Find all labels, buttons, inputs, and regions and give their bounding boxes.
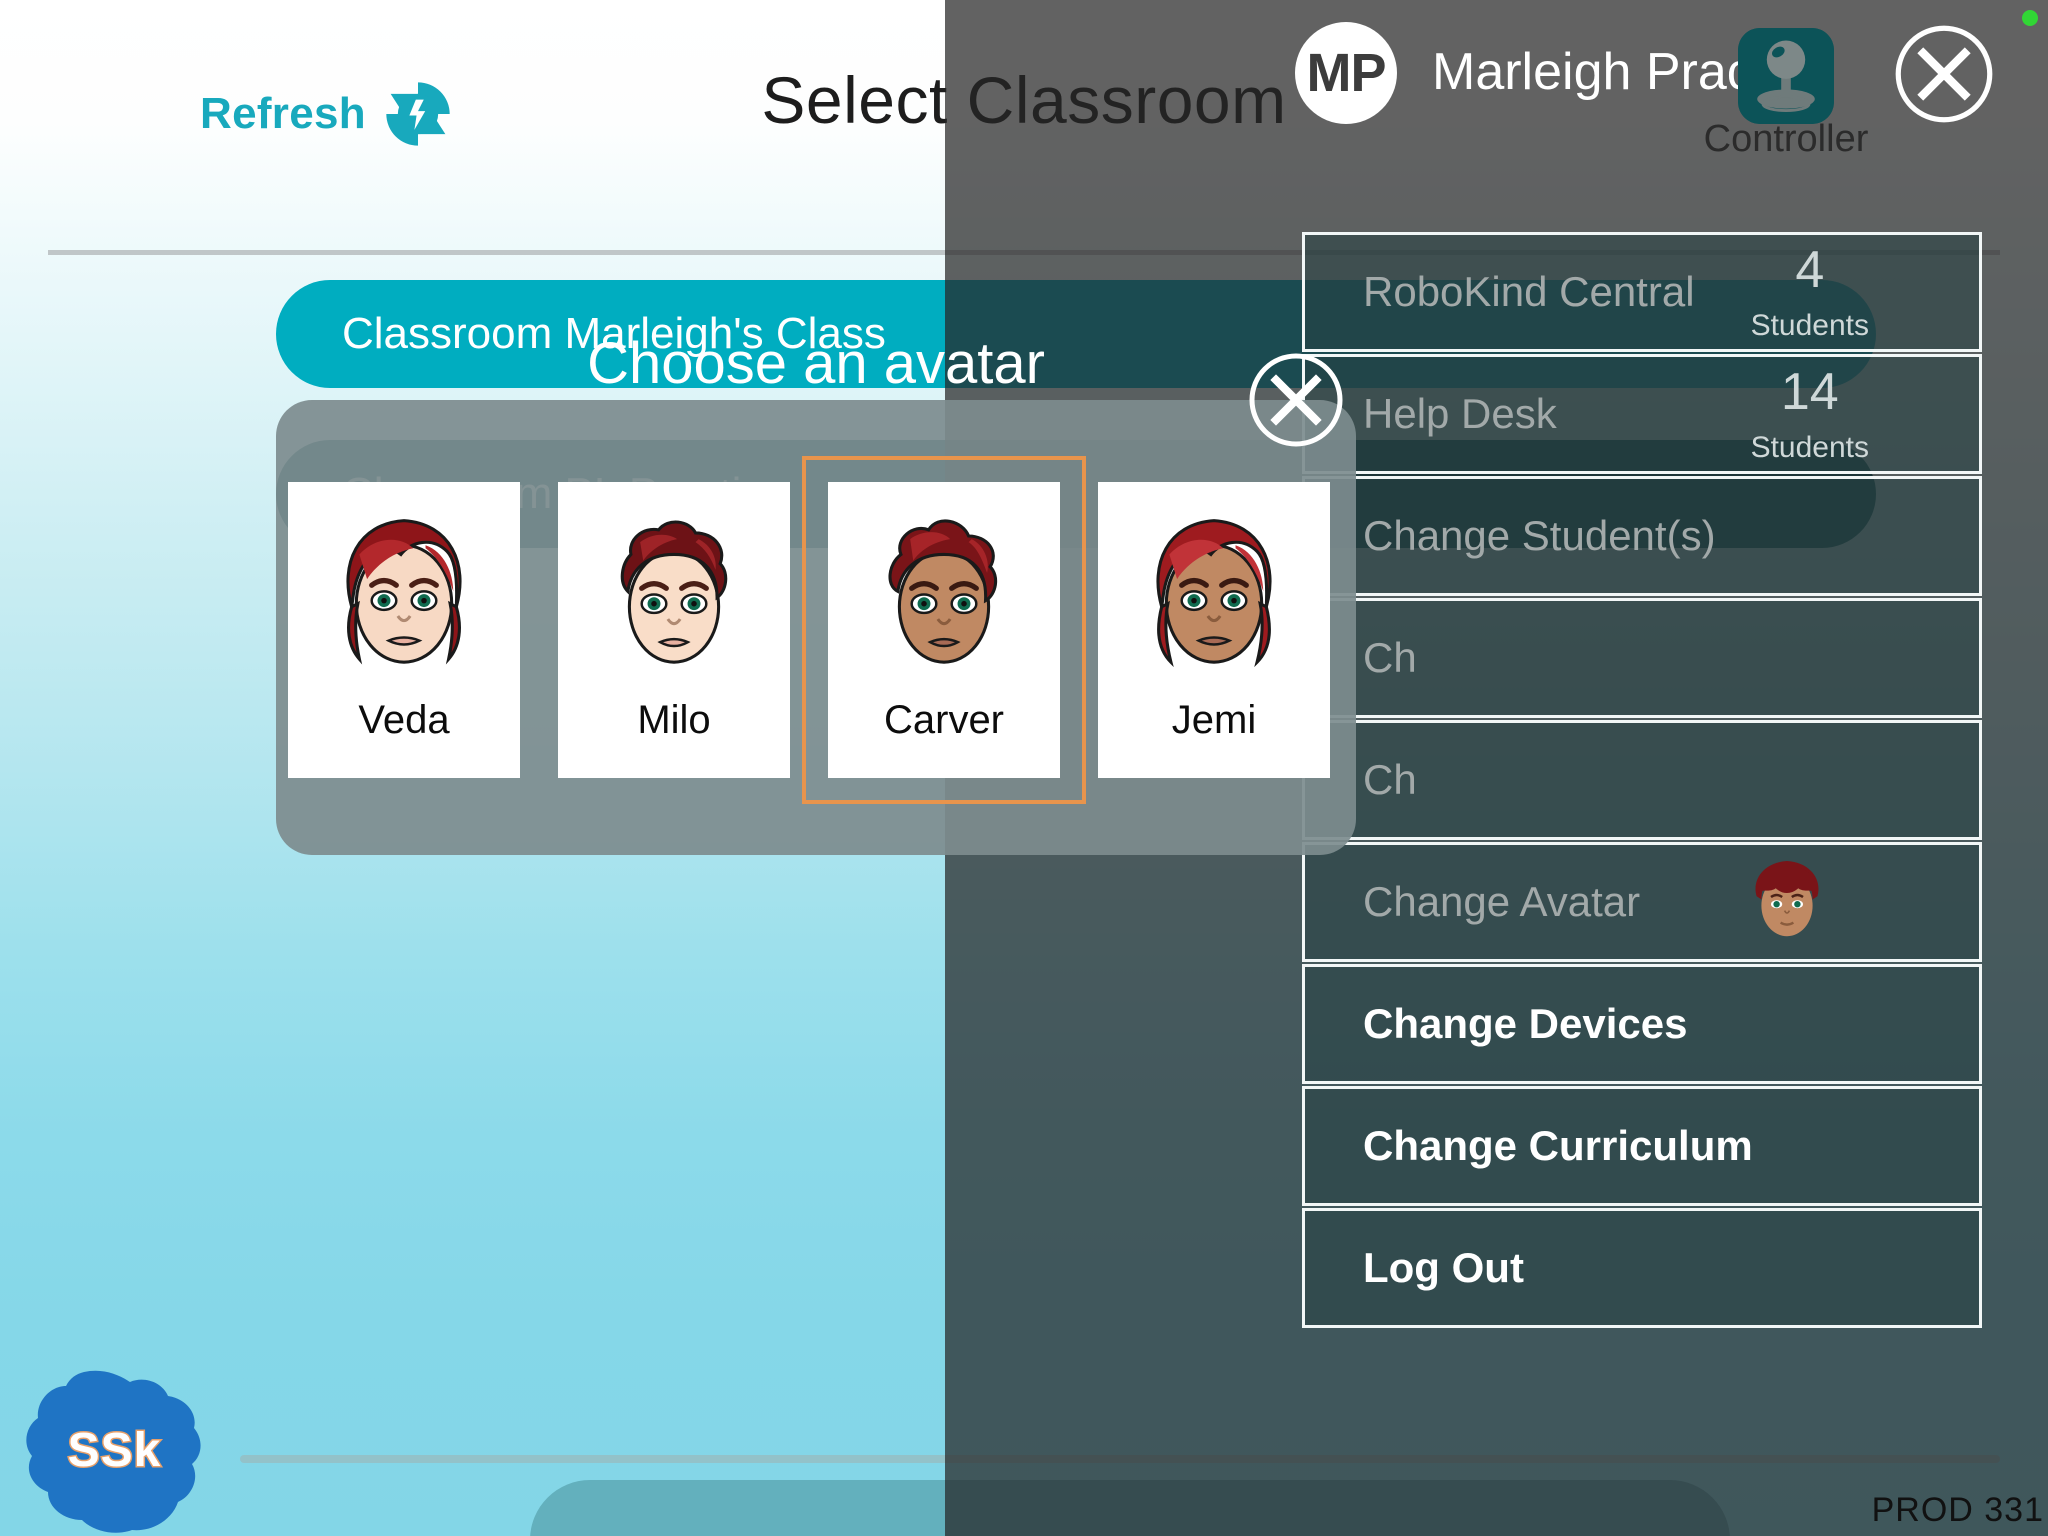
app-root: Refresh Select Classroom Classroom Marle… (0, 0, 2048, 1536)
close-x-icon (1895, 25, 1993, 123)
avatar-grid: Veda Milo Carver Jemi (276, 456, 1356, 804)
menu-item-label: Change Curriculum (1363, 1122, 1753, 1169)
menu-item-change-3[interactable]: Ch (1302, 720, 1982, 840)
menu-item-help-desk[interactable]: Help Desk 14 Students (1302, 354, 1982, 474)
avatar-face-icon (888, 519, 998, 664)
ssk-logo: SSk (22, 1368, 207, 1533)
avatar-name: Veda (358, 698, 450, 742)
menu-item-change-devices[interactable]: Change Devices (1302, 964, 1982, 1084)
controller-button[interactable]: Controller (1686, 28, 1886, 161)
menu-item-change-curriculum[interactable]: Change Curriculum (1302, 1086, 1982, 1206)
student-count-label: Students (1750, 309, 1869, 342)
menu-item-log-out[interactable]: Log Out (1302, 1208, 1982, 1328)
menu-item-robokind-central[interactable]: RoboKind Central 4 Students (1302, 232, 1982, 352)
student-count-number: 4 (1795, 241, 1825, 299)
avatar-name: Milo (637, 698, 711, 742)
close-button[interactable] (1892, 22, 1996, 126)
modal-title: Choose an avatar (587, 331, 1045, 396)
avatar-face-icon (1156, 519, 1272, 668)
modal-close-button[interactable] (1246, 350, 1346, 450)
menu-item-label: Ch (1363, 634, 1417, 681)
menu-item-label: Change Student(s) (1363, 512, 1716, 559)
menu-item-label: Change Devices (1363, 1000, 1688, 1047)
menu-item-label: RoboKind Central (1363, 268, 1695, 315)
controller-label: Controller (1703, 118, 1869, 160)
menu-item-change-students[interactable]: Change Student(s) (1302, 476, 1982, 596)
avatar-name: Jemi (1171, 698, 1257, 742)
close-x-icon (1249, 353, 1343, 447)
avatar-name: Carver (883, 698, 1005, 742)
current-avatar-thumbnail (1735, 853, 1839, 957)
ssk-brand-label: SSk (66, 1423, 162, 1479)
choose-avatar-modal: Choose an avatar Veda Milo Carver Jemi (276, 331, 1356, 855)
avatar-card-carver[interactable]: Carver (802, 456, 1086, 804)
status-indicator-dot (2022, 10, 2038, 26)
avatar-card-milo[interactable]: Milo (558, 482, 790, 778)
menu-item-label: Help Desk (1363, 390, 1557, 437)
menu-item-label: Ch (1363, 756, 1417, 803)
menu-item-label: Log Out (1363, 1244, 1524, 1291)
settings-menu: RoboKind Central 4 Students Help Desk 14… (1302, 232, 1982, 1330)
user-avatar-initials[interactable]: MP (1295, 22, 1397, 124)
menu-item-label: Change Avatar (1363, 878, 1641, 925)
avatar-face-icon (620, 520, 728, 664)
menu-item-change-2[interactable]: Ch (1302, 598, 1982, 718)
student-count-label: Students (1750, 431, 1869, 464)
joystick-icon (1686, 28, 1886, 124)
avatar-card-veda[interactable]: Veda (288, 482, 520, 778)
student-count: 14 Students (1751, 365, 1869, 467)
menu-item-change-avatar[interactable]: Change Avatar (1302, 842, 1982, 962)
avatar-face-icon (346, 519, 462, 665)
build-version-label: PROD 331 (1871, 1491, 2044, 1529)
avatar-card-jemi[interactable]: Jemi (1098, 482, 1330, 778)
student-count-number: 14 (1780, 363, 1839, 421)
student-count: 4 Students (1751, 243, 1869, 345)
